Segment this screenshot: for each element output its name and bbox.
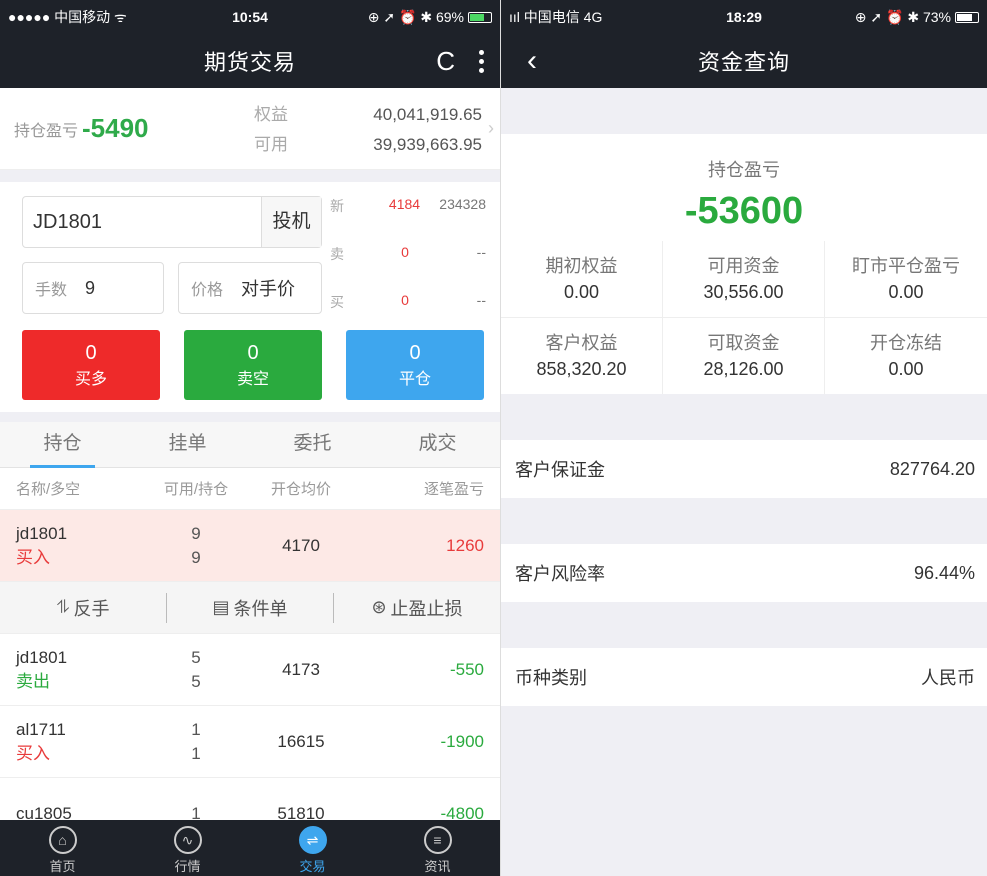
status-icons: ⊕ ➚ ⏰ ✱ 69% [367, 8, 464, 25]
contract-input[interactable]: JD1801 投机 [22, 196, 322, 248]
funds-grid: 期初权益 0.00 可用资金 30,556.00 盯市平仓盈亏 0.00 客户权益 85… [501, 241, 987, 394]
table-row[interactable]: jd1801 卖出 55 4173 -550 [0, 634, 500, 706]
account-summary[interactable]: 持仓盈亏 -5490 权益 40,041,919.65 可用 39,939,663.… [0, 88, 500, 170]
funds-cell: 开仓冻结 0.00 [870, 333, 942, 379]
buy-long-button[interactable]: 0 买多 [22, 330, 160, 400]
trade-icon: ⇌ [298, 826, 327, 854]
price-field[interactable]: 价格 对手价 [178, 262, 322, 314]
chevron-right-icon: › [488, 118, 494, 138]
quote-board: 新 4184 234328 卖 0 -- 买 0 -- [330, 194, 490, 338]
news-icon: ≡ [423, 826, 452, 854]
back-icon[interactable]: ‹ [527, 34, 537, 88]
conditional-order-button[interactable]: ▤ 条件单 [167, 595, 333, 621]
hedge-type-select[interactable]: 投机 [261, 197, 321, 247]
stop-profit-loss-button[interactable]: ⊛ 止盈止损 [334, 595, 500, 621]
order-panel: JD1801 投机 手数 9 价格 对手价 新 4184 234328 卖 0 … [0, 182, 500, 412]
tab-trade[interactable]: ⇌ 交易 [250, 820, 375, 876]
battery-icon [955, 11, 979, 23]
contract-code[interactable]: JD1801 [23, 197, 261, 247]
status-bar: ●●●●● 中国移动 ᯤ 10:54 ⊕ ➚ ⏰ ✱ 69% [0, 0, 500, 34]
tab-home[interactable]: ⌂ 首页 [0, 820, 125, 876]
position-pl-value: -5490 [82, 113, 149, 143]
quantity-value[interactable]: 9 [85, 278, 95, 299]
reverse-button[interactable]: ⥮ 反手 [0, 595, 166, 621]
funds-card: 持仓盈亏 -53600 期初权益 0.00 可用资金 30,556.00 盯市平仓盈… [501, 134, 987, 394]
tab-orders[interactable]: 委托 [250, 422, 375, 467]
quote-row-ask: 卖 0 -- [330, 244, 486, 262]
close-position-button[interactable]: 0 平仓 [346, 330, 484, 400]
sell-short-button[interactable]: 0 卖空 [184, 330, 322, 400]
futures-trading-screen: ●●●●● 中国移动 ᯤ 10:54 ⊕ ➚ ⏰ ✱ 69% 期货交易 C 持仓… [0, 0, 500, 876]
nav-bar: ‹ 资金查询 [501, 34, 987, 88]
currency-row: 币种类别 人民币 [501, 648, 987, 706]
position-pl-label: 持仓盈亏 [708, 160, 780, 180]
battery-icon [468, 11, 492, 23]
tab-pending[interactable]: 挂单 [125, 422, 250, 467]
reverse-icon: ⥮ [56, 597, 70, 617]
nav-bar: 期货交易 C [0, 34, 500, 88]
more-icon[interactable] [473, 49, 490, 73]
equity-value: 40,041,919.65 [373, 105, 482, 124]
carrier-label: ●●●●● 中国移动 ᯤ [8, 9, 127, 25]
available-label: 可用 [254, 135, 288, 154]
price-value[interactable]: 对手价 [241, 275, 295, 301]
status-bar: ııl 中国电信 4G 18:29 ⊕ ➚ ⏰ ✱ 73% [501, 0, 987, 34]
position-pl-label: 持仓盈亏 [14, 122, 79, 140]
position-actions: ⥮ 反手 ▤ 条件单 ⊛ 止盈止损 [0, 582, 500, 634]
lifebuoy-icon: ⊛ [371, 597, 387, 617]
status-icons: ⊕ ➚ ⏰ ✱ 73% [854, 8, 951, 25]
table-row[interactable]: al1711 买入 11 16615 -1900 [0, 706, 500, 778]
tab-positions[interactable]: 持仓 [0, 422, 125, 468]
quantity-field[interactable]: 手数 9 [22, 262, 164, 314]
tab-news[interactable]: ≡ 资讯 [375, 820, 500, 876]
refresh-icon[interactable]: C [436, 46, 455, 77]
bottom-tab-bar: ⌂ 首页 ∿ 行情 ⇌ 交易 ≡ 资讯 [0, 820, 500, 876]
price-label: 价格 [191, 282, 224, 299]
funds-query-screen: ııl 中国电信 4G 18:29 ⊕ ➚ ⏰ ✱ 73% ‹ 资金查询 持仓盈… [500, 0, 987, 876]
equity-label: 权益 [254, 105, 288, 124]
position-pl-value: -53600 [684, 190, 804, 232]
document-icon: ▤ [212, 597, 230, 617]
position-tabs: 持仓 挂单 委托 成交 [0, 422, 500, 468]
table-row[interactable]: jd1801 买入 99 4170 1260 [0, 510, 500, 582]
chart-icon: ∿ [173, 826, 202, 854]
quote-row-last: 新 4184 234328 [330, 196, 486, 214]
funds-cell: 可取资金 28,126.00 [663, 318, 825, 394]
funds-cell: 可用资金 30,556.00 [663, 241, 825, 318]
margin-row: 客户保证金 827764.20 [501, 440, 987, 498]
funds-cell: 盯市平仓盈亏 0.00 [825, 241, 987, 318]
funds-cell: 客户权益 858,320.20 [501, 318, 663, 394]
carrier-label: ııl 中国电信 4G [509, 9, 603, 25]
page-title: 资金查询 [697, 50, 790, 75]
quantity-label: 手数 [35, 282, 68, 299]
home-icon: ⌂ [48, 826, 77, 854]
tab-market[interactable]: ∿ 行情 [125, 820, 250, 876]
table-header: 名称/多空 可用/持仓 开仓均价 逐笔盈亏 [0, 468, 500, 510]
available-value: 39,939,663.95 [373, 135, 482, 154]
funds-cell: 期初权益 0.00 [501, 241, 663, 318]
tab-trades[interactable]: 成交 [375, 422, 500, 467]
page-title: 期货交易 [203, 50, 296, 75]
risk-rate-row: 客户风险率 96.44% [501, 544, 987, 602]
